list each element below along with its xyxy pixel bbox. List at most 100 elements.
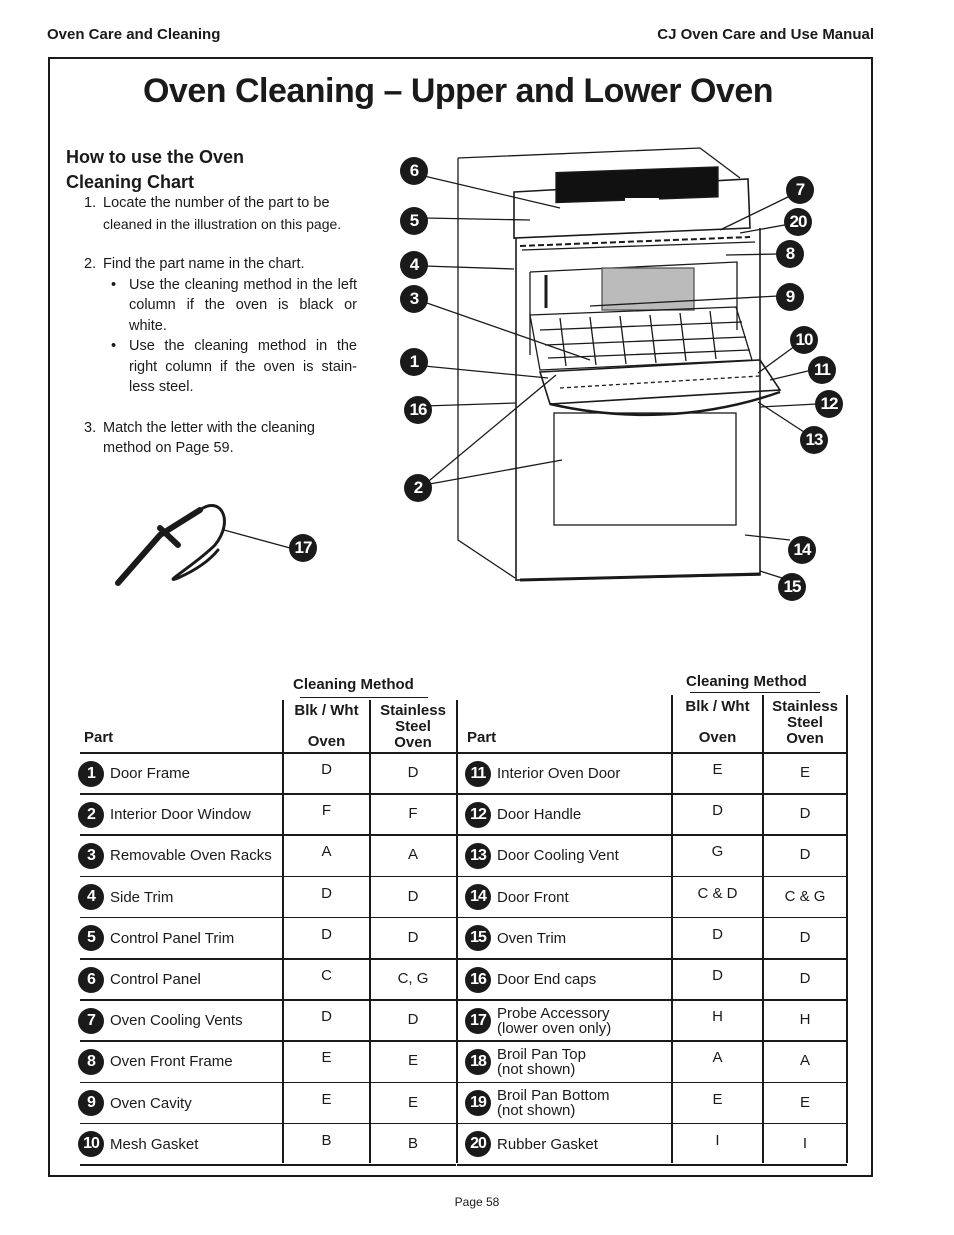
callout-5: 5 [400,207,428,235]
col-header-stainless-right: Stainless Steel Oven [763,699,847,747]
method-stainless: E [799,764,810,781]
part-number-badge: 19 [465,1090,491,1117]
part-name: Oven Trim [497,931,566,946]
method-stainless: E [407,1052,418,1070]
part-number-badge: 11 [465,760,491,787]
part-name-note: (not shown) [497,1102,576,1120]
part-name-line: Door End caps [497,971,597,988]
callout-11: 11 [808,356,836,384]
method-stainless: D [799,805,811,823]
table-row: 13 Door Cooling Vent [465,835,619,876]
callout-6: 6 [400,157,428,185]
method-stainless: B [407,1134,418,1152]
method-stainless: D [799,970,811,987]
table-row: 9 Oven Cavity [78,1083,192,1124]
col-header-line: Stainless [772,698,838,715]
cleaning-method-header-right: Cleaning Method [686,673,807,690]
method-blk-wht: C [321,967,332,984]
col-header-stainless-left: Stainless Steel Oven [370,703,456,751]
part-name-note: (not shown) [497,1060,576,1078]
control-panel [555,166,719,204]
col-header-blk-wht-left: Blk / Wht Oven [283,703,370,750]
part-name: Interior Oven Door [497,766,620,781]
method-stainless: D [799,846,811,864]
table-row: 17 Probe Accessory (lower oven only) [465,1000,611,1041]
table-row: 15 Oven Trim [465,918,566,959]
part-name-line: Oven Front Frame [110,1053,233,1071]
callout-1: 1 [400,348,428,376]
method-stainless: A [407,846,418,864]
part-name-line: Broil Pan Bottom [497,1087,610,1105]
part-name: Interior Door Window [110,807,251,822]
part-name: Door End caps [497,972,596,987]
method-blk-wht: E [712,761,723,778]
table-row: 18 Broil Pan Top (not shown) [465,1041,586,1082]
col-header-line: Blk / Wht [685,698,750,715]
callout-13: 13 [800,426,828,454]
method-blk-wht: D [321,925,332,943]
table-row: 8 Oven Front Frame [78,1041,233,1082]
part-name: Control Panel Trim [110,931,234,946]
col-header-line: Steel [395,718,431,735]
part-name-line: Door Frame [110,765,191,782]
part-number-badge: 3 [78,842,104,869]
part-number-badge: 18 [465,1048,491,1075]
part-name: Removable Oven Racks [110,848,272,863]
table-row: 5 Control Panel Trim [78,918,234,959]
callout-12: 12 [815,390,843,418]
col-header-line: Steel [787,714,823,731]
method-stainless: D [407,764,419,781]
table-row: 11 Interior Oven Door [465,753,620,794]
col-header-line: Oven [394,734,432,751]
callout-3: 3 [400,285,428,313]
part-number-badge: 8 [78,1048,104,1075]
callout-4: 4 [400,251,428,279]
method-blk-wht: C & D [697,884,738,902]
method-blk-wht: E [321,1049,332,1067]
part-name-line: Control Panel Trim [110,929,235,947]
part-name: Broil Pan Bottom (not shown) [497,1088,610,1118]
part-name: Door Frame [110,766,190,781]
method-blk-wht: E [712,1090,723,1108]
part-number-badge: 15 [465,925,491,952]
part-number-badge: 16 [465,966,491,993]
callout-15: 15 [778,573,806,601]
table-row: 16 Door End caps [465,959,596,1000]
part-number-badge: 20 [465,1131,491,1158]
part-name: Door Handle [497,807,581,822]
part-number-badge: 1 [78,760,104,787]
part-number-badge: 7 [78,1007,104,1034]
col-header-blk-wht-right: Blk / Wht Oven [672,699,763,746]
callout-16: 16 [404,396,432,424]
method-stainless: E [407,1093,418,1111]
method-blk-wht: D [712,967,723,984]
part-name-line: Door Cooling Vent [497,847,619,865]
part-name: Oven Front Frame [110,1054,233,1069]
part-name: Rubber Gasket [497,1137,598,1152]
divider [300,697,428,698]
table-row: 20 Rubber Gasket [465,1124,598,1165]
part-name: Broil Pan Top (not shown) [497,1047,586,1077]
part-number-badge: 9 [78,1090,104,1117]
callout-8: 8 [776,240,804,268]
method-blk-wht: D [321,1008,332,1026]
table-row: 19 Broil Pan Bottom (not shown) [465,1083,610,1124]
row-divider [80,1164,456,1166]
method-blk-wht: A [321,843,332,861]
part-name: Side Trim [110,890,173,905]
part-name-line: Oven Cooling Vents [110,1012,243,1030]
part-number-badge: 12 [465,801,491,828]
method-stainless: C & G [784,887,826,905]
part-name-note: (lower oven only) [497,1019,612,1037]
table-row: 2 Interior Door Window [78,794,251,835]
method-blk-wht: D [712,802,723,820]
page-number: Page 58 [454,1195,500,1209]
part-number-badge: 6 [78,966,104,993]
method-blk-wht: D [321,761,332,778]
part-header-left: Part [84,729,114,746]
part-number-badge: 5 [78,925,104,952]
part-number-badge: 10 [78,1131,104,1158]
method-stainless: C, G [397,970,429,987]
part-name-line: Door Front [497,888,569,906]
part-name-line: Control Panel [110,971,201,988]
